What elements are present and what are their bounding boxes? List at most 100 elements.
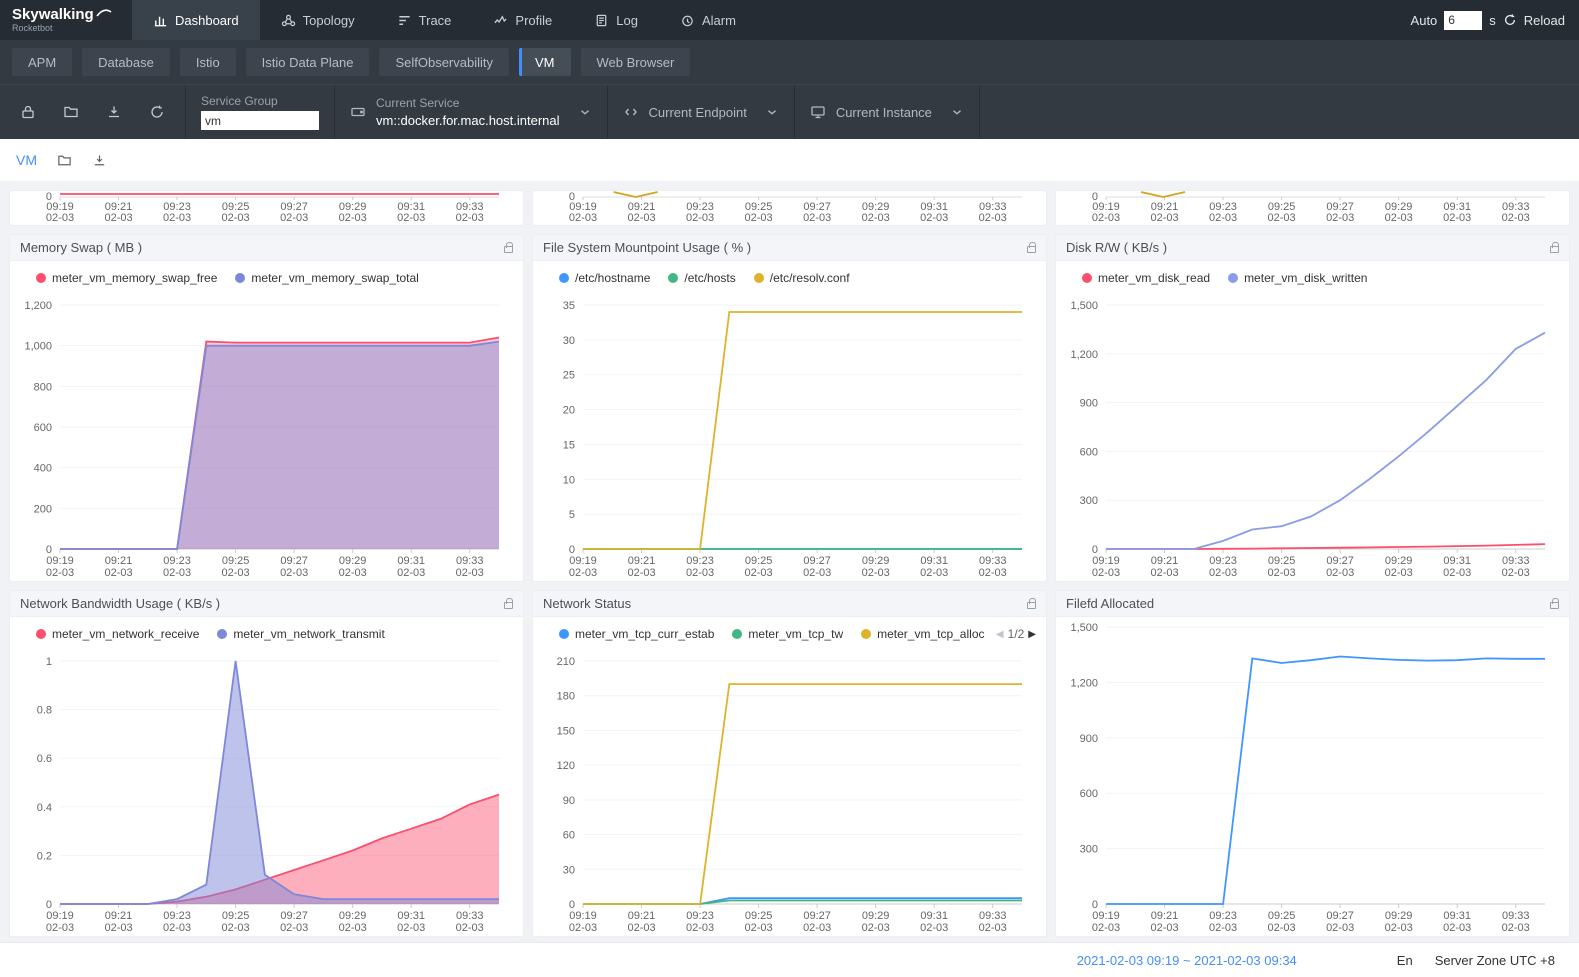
- tab-web-browser[interactable]: Web Browser: [581, 48, 691, 76]
- log-icon: [594, 13, 609, 28]
- current-service-select[interactable]: Current Service vm::docker.for.mac.host.…: [334, 85, 607, 139]
- svg-text:02-03: 02-03: [1385, 212, 1413, 224]
- download-icon[interactable]: [106, 104, 122, 120]
- svg-text:09:31: 09:31: [1443, 910, 1471, 922]
- nav-item-log[interactable]: Log: [573, 0, 659, 40]
- legend-item[interactable]: meter_vm_network_transmit: [217, 627, 384, 641]
- server-icon: [350, 104, 366, 120]
- legend-prev-icon[interactable]: ◀: [996, 629, 1004, 640]
- chart-legend: meter_vm_network_receive meter_vm_network…: [10, 617, 523, 651]
- legend-item[interactable]: meter_vm_disk_written: [1228, 271, 1367, 285]
- svg-text:30: 30: [563, 335, 575, 347]
- current-endpoint-select[interactable]: Current Endpoint: [607, 85, 794, 139]
- legend-item[interactable]: /etc/hostname: [559, 271, 650, 285]
- refresh-icon[interactable]: [149, 104, 165, 120]
- reload-label[interactable]: Reload: [1524, 13, 1565, 28]
- svg-text:600: 600: [34, 422, 52, 434]
- svg-text:09:21: 09:21: [1151, 910, 1179, 922]
- current-instance-select[interactable]: Current Instance: [794, 85, 980, 139]
- legend-label: meter_vm_disk_read: [1098, 271, 1210, 285]
- legend-item[interactable]: meter_vm_tcp_tw: [732, 627, 843, 641]
- svg-text:02-03: 02-03: [1326, 922, 1354, 934]
- cutoff-panel: 009:1902-0309:2102-0309:2302-0309:2502-0…: [1056, 191, 1569, 225]
- legend-dot: [559, 629, 569, 639]
- legend-next-icon[interactable]: ▶: [1028, 629, 1036, 640]
- panel-header: Filefd Allocated: [1056, 591, 1569, 617]
- tab-vm[interactable]: VM: [519, 48, 571, 76]
- lock-icon[interactable]: [1027, 602, 1036, 609]
- tab-label: VM: [535, 55, 555, 70]
- nav-item-trace[interactable]: Trace: [376, 0, 473, 40]
- svg-text:09:21: 09:21: [628, 555, 656, 567]
- service-group-label: Service Group: [201, 94, 319, 108]
- svg-text:02-03: 02-03: [1326, 567, 1354, 579]
- legend-label: meter_vm_disk_written: [1244, 271, 1367, 285]
- legend-item[interactable]: meter_vm_memory_swap_total: [235, 271, 418, 285]
- folder-icon[interactable]: [63, 104, 79, 120]
- nav-item-topology[interactable]: Topology: [260, 0, 376, 40]
- svg-text:300: 300: [1080, 495, 1098, 507]
- svg-text:02-03: 02-03: [627, 567, 655, 579]
- tab-database[interactable]: Database: [82, 48, 170, 76]
- legend-item[interactable]: meter_vm_tcp_alloc: [861, 627, 984, 641]
- cutoff-panel: 009:1902-0309:2102-0309:2302-0309:2502-0…: [533, 191, 1046, 225]
- svg-text:02-03: 02-03: [1443, 922, 1471, 934]
- svg-text:60: 60: [563, 830, 575, 842]
- lock-icon[interactable]: [1550, 602, 1559, 609]
- lock-icon[interactable]: [20, 104, 36, 120]
- brand: Skywalking Rocketbot: [0, 7, 132, 33]
- tab-selfobservability[interactable]: SelfObservability: [379, 48, 509, 76]
- svg-text:02-03: 02-03: [280, 567, 308, 579]
- nav-item-dashboard[interactable]: Dashboard: [132, 0, 260, 40]
- svg-text:02-03: 02-03: [222, 212, 250, 224]
- legend-item[interactable]: meter_vm_disk_read: [1082, 271, 1210, 285]
- svg-text:09:33: 09:33: [456, 555, 484, 567]
- language-selector[interactable]: En: [1397, 953, 1413, 968]
- lock-icon[interactable]: [504, 602, 513, 609]
- legend-dot: [668, 273, 678, 283]
- nav-right-controls: Auto s Reload: [1411, 11, 1579, 30]
- nav-item-alarm[interactable]: Alarm: [659, 0, 757, 40]
- download-icon[interactable]: [92, 153, 107, 168]
- svg-text:02-03: 02-03: [1443, 567, 1471, 579]
- service-group-input[interactable]: [201, 111, 319, 130]
- nav-item-profile[interactable]: Profile: [472, 0, 573, 40]
- svg-text:09:27: 09:27: [280, 555, 308, 567]
- svg-text:600: 600: [1080, 446, 1098, 458]
- svg-text:02-03: 02-03: [1092, 567, 1120, 579]
- svg-text:20: 20: [563, 405, 575, 417]
- svg-text:02-03: 02-03: [920, 567, 948, 579]
- tab-istio-data-plane[interactable]: Istio Data Plane: [246, 48, 370, 76]
- legend-item[interactable]: /etc/resolv.conf: [754, 271, 850, 285]
- svg-text:02-03: 02-03: [456, 922, 484, 934]
- svg-text:02-03: 02-03: [979, 212, 1007, 224]
- vm-tab[interactable]: VM: [16, 152, 37, 168]
- reload-icon[interactable]: [1503, 13, 1517, 27]
- topology-icon: [281, 13, 296, 28]
- chart-legend: /etc/hostname/etc/hosts/etc/resolv.conf: [533, 261, 1046, 295]
- tab-apm[interactable]: APM: [12, 48, 72, 76]
- folder-icon[interactable]: [57, 153, 72, 168]
- lock-icon[interactable]: [1550, 246, 1559, 253]
- svg-text:0.8: 0.8: [37, 705, 52, 717]
- svg-text:09:33: 09:33: [456, 910, 484, 922]
- lock-icon[interactable]: [1027, 246, 1036, 253]
- svg-text:09:25: 09:25: [222, 910, 250, 922]
- svg-text:02-03: 02-03: [280, 922, 308, 934]
- legend-item[interactable]: meter_vm_tcp_curr_estab: [559, 627, 714, 641]
- legend-item[interactable]: meter_vm_network_receive: [36, 627, 199, 641]
- auto-interval-input[interactable]: [1444, 11, 1482, 30]
- svg-text:09:19: 09:19: [1092, 910, 1120, 922]
- svg-text:09:21: 09:21: [628, 910, 656, 922]
- svg-text:09:31: 09:31: [397, 555, 425, 567]
- svg-text:900: 900: [1080, 733, 1098, 745]
- legend-item[interactable]: /etc/hosts: [668, 271, 735, 285]
- svg-text:1,500: 1,500: [1070, 300, 1098, 312]
- svg-text:09:27: 09:27: [803, 910, 831, 922]
- svg-text:02-03: 02-03: [1209, 922, 1237, 934]
- legend-item[interactable]: meter_vm_memory_swap_free: [36, 271, 217, 285]
- svg-text:02-03: 02-03: [46, 922, 74, 934]
- lock-icon[interactable]: [504, 246, 513, 253]
- svg-text:09:19: 09:19: [569, 555, 597, 567]
- tab-istio[interactable]: Istio: [180, 48, 236, 76]
